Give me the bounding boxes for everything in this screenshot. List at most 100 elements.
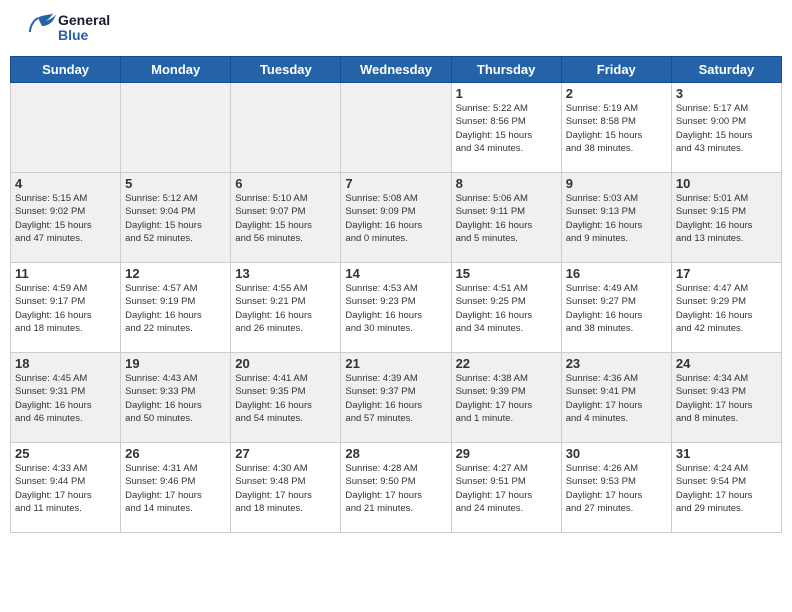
empty-cell xyxy=(231,83,341,173)
day-cell-31: 31Sunrise: 4:24 AM Sunset: 9:54 PM Dayli… xyxy=(671,443,781,533)
day-number: 14 xyxy=(345,266,446,281)
day-info: Sunrise: 4:28 AM Sunset: 9:50 PM Dayligh… xyxy=(345,462,446,515)
day-info: Sunrise: 4:55 AM Sunset: 9:21 PM Dayligh… xyxy=(235,282,336,335)
day-cell-13: 13Sunrise: 4:55 AM Sunset: 9:21 PM Dayli… xyxy=(231,263,341,353)
day-number: 15 xyxy=(456,266,557,281)
day-info: Sunrise: 5:19 AM Sunset: 8:58 PM Dayligh… xyxy=(566,102,667,155)
day-info: Sunrise: 4:31 AM Sunset: 9:46 PM Dayligh… xyxy=(125,462,226,515)
header: General Blue xyxy=(0,0,792,56)
day-info: Sunrise: 4:53 AM Sunset: 9:23 PM Dayligh… xyxy=(345,282,446,335)
day-cell-14: 14Sunrise: 4:53 AM Sunset: 9:23 PM Dayli… xyxy=(341,263,451,353)
day-number: 11 xyxy=(15,266,116,281)
logo-general: General xyxy=(58,13,110,28)
day-info: Sunrise: 4:41 AM Sunset: 9:35 PM Dayligh… xyxy=(235,372,336,425)
day-info: Sunrise: 5:17 AM Sunset: 9:00 PM Dayligh… xyxy=(676,102,777,155)
day-number: 7 xyxy=(345,176,446,191)
day-info: Sunrise: 4:27 AM Sunset: 9:51 PM Dayligh… xyxy=(456,462,557,515)
day-number: 26 xyxy=(125,446,226,461)
day-info: Sunrise: 4:30 AM Sunset: 9:48 PM Dayligh… xyxy=(235,462,336,515)
day-number: 22 xyxy=(456,356,557,371)
day-info: Sunrise: 4:34 AM Sunset: 9:43 PM Dayligh… xyxy=(676,372,777,425)
day-number: 3 xyxy=(676,86,777,101)
day-cell-26: 26Sunrise: 4:31 AM Sunset: 9:46 PM Dayli… xyxy=(121,443,231,533)
week-row-5: 25Sunrise: 4:33 AM Sunset: 9:44 PM Dayli… xyxy=(11,443,782,533)
day-info: Sunrise: 4:36 AM Sunset: 9:41 PM Dayligh… xyxy=(566,372,667,425)
day-cell-28: 28Sunrise: 4:28 AM Sunset: 9:50 PM Dayli… xyxy=(341,443,451,533)
logo-text-block: General Blue xyxy=(58,13,110,44)
day-number: 23 xyxy=(566,356,667,371)
day-number: 8 xyxy=(456,176,557,191)
day-number: 28 xyxy=(345,446,446,461)
day-number: 10 xyxy=(676,176,777,191)
day-number: 24 xyxy=(676,356,777,371)
day-number: 5 xyxy=(125,176,226,191)
day-cell-11: 11Sunrise: 4:59 AM Sunset: 9:17 PM Dayli… xyxy=(11,263,121,353)
logo: General Blue xyxy=(20,10,110,46)
logo-blue: Blue xyxy=(58,28,110,43)
day-number: 12 xyxy=(125,266,226,281)
day-cell-20: 20Sunrise: 4:41 AM Sunset: 9:35 PM Dayli… xyxy=(231,353,341,443)
day-number: 31 xyxy=(676,446,777,461)
day-number: 1 xyxy=(456,86,557,101)
page-container: General Blue SundayMondayTuesdayWednesda… xyxy=(0,0,792,612)
logo-mark xyxy=(20,10,56,46)
day-info: Sunrise: 5:03 AM Sunset: 9:13 PM Dayligh… xyxy=(566,192,667,245)
day-info: Sunrise: 4:38 AM Sunset: 9:39 PM Dayligh… xyxy=(456,372,557,425)
header-row: SundayMondayTuesdayWednesdayThursdayFrid… xyxy=(11,57,782,83)
day-header-monday: Monday xyxy=(121,57,231,83)
day-number: 13 xyxy=(235,266,336,281)
day-cell-30: 30Sunrise: 4:26 AM Sunset: 9:53 PM Dayli… xyxy=(561,443,671,533)
day-cell-2: 2Sunrise: 5:19 AM Sunset: 8:58 PM Daylig… xyxy=(561,83,671,173)
week-row-2: 4Sunrise: 5:15 AM Sunset: 9:02 PM Daylig… xyxy=(11,173,782,263)
day-cell-5: 5Sunrise: 5:12 AM Sunset: 9:04 PM Daylig… xyxy=(121,173,231,263)
day-number: 18 xyxy=(15,356,116,371)
day-cell-22: 22Sunrise: 4:38 AM Sunset: 9:39 PM Dayli… xyxy=(451,353,561,443)
day-number: 20 xyxy=(235,356,336,371)
day-number: 25 xyxy=(15,446,116,461)
day-info: Sunrise: 4:59 AM Sunset: 9:17 PM Dayligh… xyxy=(15,282,116,335)
day-number: 4 xyxy=(15,176,116,191)
day-info: Sunrise: 4:24 AM Sunset: 9:54 PM Dayligh… xyxy=(676,462,777,515)
day-info: Sunrise: 4:43 AM Sunset: 9:33 PM Dayligh… xyxy=(125,372,226,425)
day-info: Sunrise: 4:49 AM Sunset: 9:27 PM Dayligh… xyxy=(566,282,667,335)
day-number: 6 xyxy=(235,176,336,191)
day-header-friday: Friday xyxy=(561,57,671,83)
day-info: Sunrise: 4:45 AM Sunset: 9:31 PM Dayligh… xyxy=(15,372,116,425)
day-cell-6: 6Sunrise: 5:10 AM Sunset: 9:07 PM Daylig… xyxy=(231,173,341,263)
day-info: Sunrise: 4:26 AM Sunset: 9:53 PM Dayligh… xyxy=(566,462,667,515)
day-cell-27: 27Sunrise: 4:30 AM Sunset: 9:48 PM Dayli… xyxy=(231,443,341,533)
day-number: 19 xyxy=(125,356,226,371)
logo-icon xyxy=(20,10,56,46)
day-number: 27 xyxy=(235,446,336,461)
day-header-saturday: Saturday xyxy=(671,57,781,83)
day-number: 30 xyxy=(566,446,667,461)
day-cell-4: 4Sunrise: 5:15 AM Sunset: 9:02 PM Daylig… xyxy=(11,173,121,263)
day-info: Sunrise: 5:12 AM Sunset: 9:04 PM Dayligh… xyxy=(125,192,226,245)
day-info: Sunrise: 4:51 AM Sunset: 9:25 PM Dayligh… xyxy=(456,282,557,335)
day-number: 17 xyxy=(676,266,777,281)
empty-cell xyxy=(341,83,451,173)
day-info: Sunrise: 5:01 AM Sunset: 9:15 PM Dayligh… xyxy=(676,192,777,245)
day-cell-17: 17Sunrise: 4:47 AM Sunset: 9:29 PM Dayli… xyxy=(671,263,781,353)
day-number: 2 xyxy=(566,86,667,101)
day-info: Sunrise: 4:57 AM Sunset: 9:19 PM Dayligh… xyxy=(125,282,226,335)
day-info: Sunrise: 4:39 AM Sunset: 9:37 PM Dayligh… xyxy=(345,372,446,425)
day-info: Sunrise: 5:08 AM Sunset: 9:09 PM Dayligh… xyxy=(345,192,446,245)
empty-cell xyxy=(121,83,231,173)
calendar-table: SundayMondayTuesdayWednesdayThursdayFrid… xyxy=(10,56,782,533)
day-cell-9: 9Sunrise: 5:03 AM Sunset: 9:13 PM Daylig… xyxy=(561,173,671,263)
day-cell-1: 1Sunrise: 5:22 AM Sunset: 8:56 PM Daylig… xyxy=(451,83,561,173)
calendar-wrap: SundayMondayTuesdayWednesdayThursdayFrid… xyxy=(0,56,792,537)
day-cell-3: 3Sunrise: 5:17 AM Sunset: 9:00 PM Daylig… xyxy=(671,83,781,173)
day-cell-23: 23Sunrise: 4:36 AM Sunset: 9:41 PM Dayli… xyxy=(561,353,671,443)
day-cell-21: 21Sunrise: 4:39 AM Sunset: 9:37 PM Dayli… xyxy=(341,353,451,443)
day-number: 9 xyxy=(566,176,667,191)
day-cell-25: 25Sunrise: 4:33 AM Sunset: 9:44 PM Dayli… xyxy=(11,443,121,533)
day-number: 29 xyxy=(456,446,557,461)
day-header-thursday: Thursday xyxy=(451,57,561,83)
day-cell-18: 18Sunrise: 4:45 AM Sunset: 9:31 PM Dayli… xyxy=(11,353,121,443)
week-row-1: 1Sunrise: 5:22 AM Sunset: 8:56 PM Daylig… xyxy=(11,83,782,173)
day-info: Sunrise: 5:06 AM Sunset: 9:11 PM Dayligh… xyxy=(456,192,557,245)
week-row-4: 18Sunrise: 4:45 AM Sunset: 9:31 PM Dayli… xyxy=(11,353,782,443)
day-header-tuesday: Tuesday xyxy=(231,57,341,83)
